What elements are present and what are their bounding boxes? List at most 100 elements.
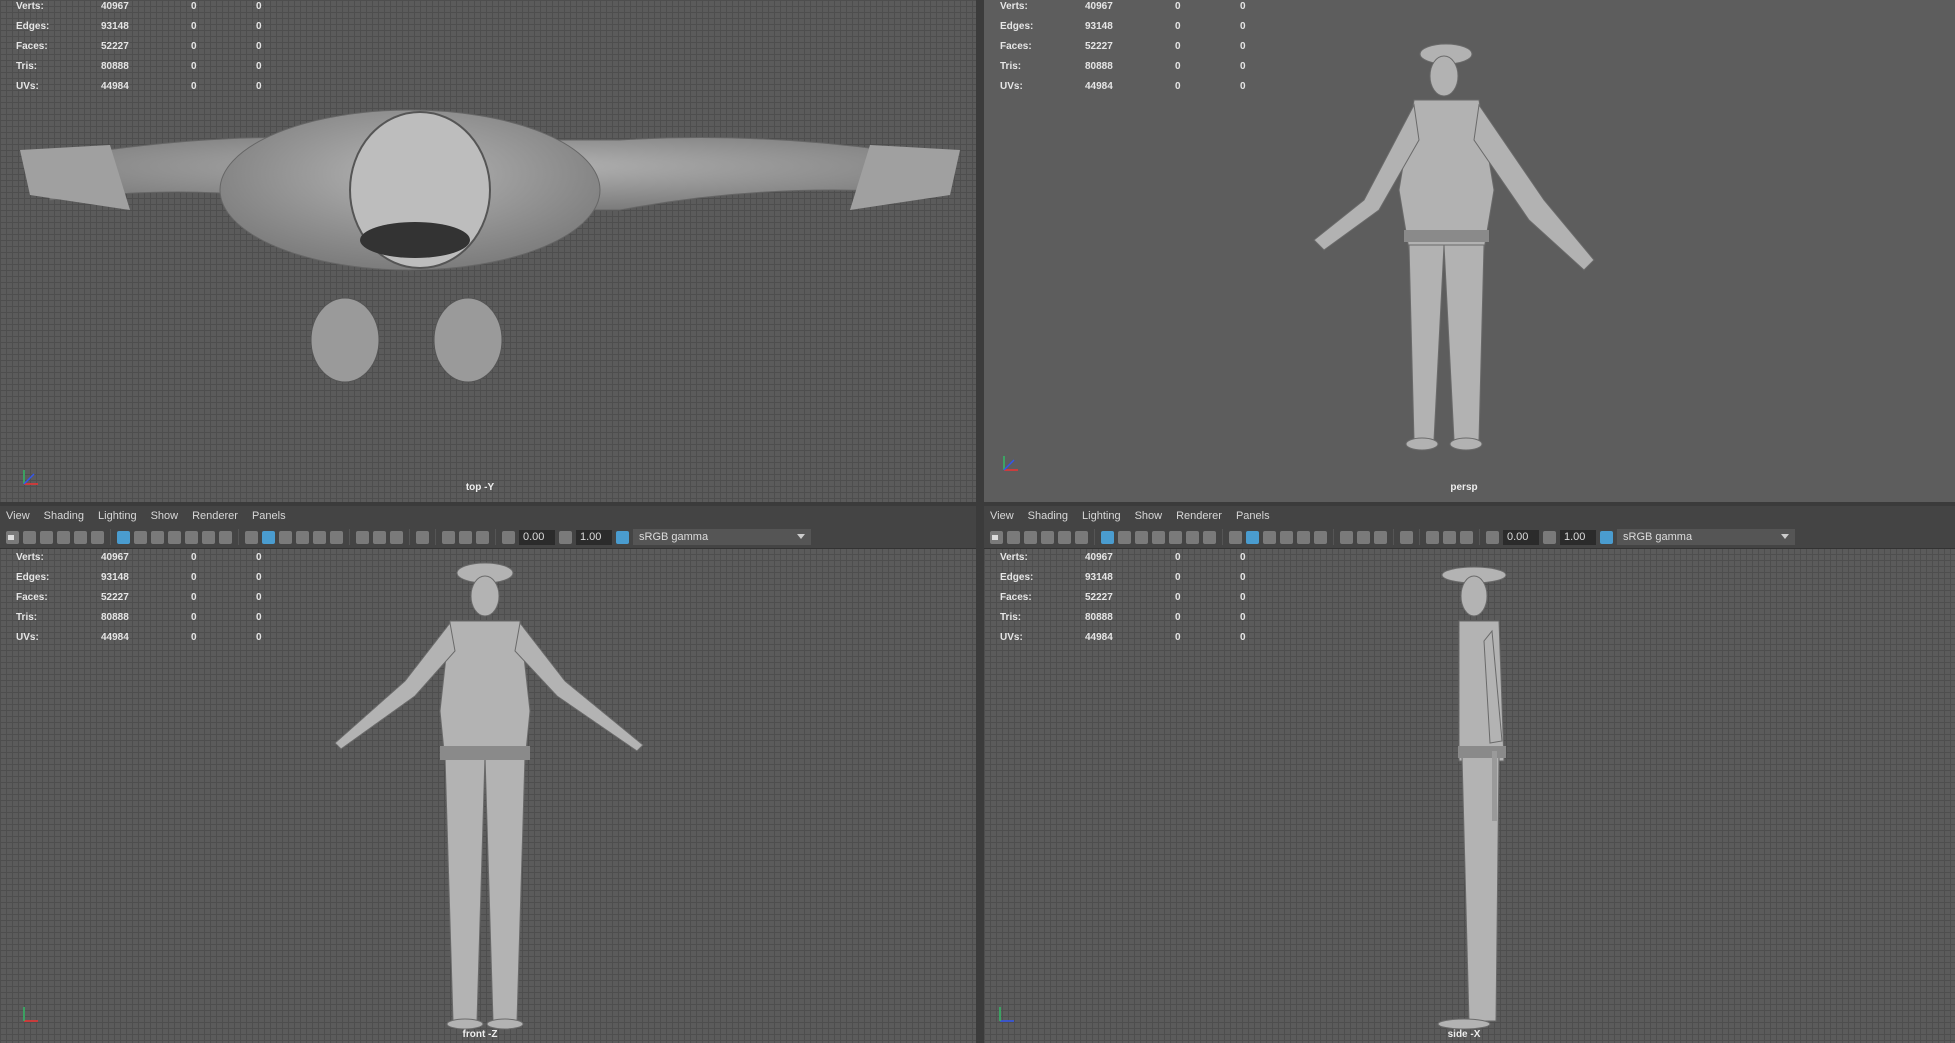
safe-title-icon[interactable] bbox=[1203, 530, 1216, 544]
verts-zero-2: 0 bbox=[256, 1, 262, 12]
wireframe-on-shaded-icon[interactable] bbox=[1263, 530, 1276, 544]
viewport-divider-vertical[interactable] bbox=[976, 0, 984, 1043]
2d-pan-zoom-icon[interactable] bbox=[1058, 530, 1071, 544]
resolution-gate-icon[interactable] bbox=[151, 530, 164, 544]
poly-count-hud: Verts: 40967 0 0 Edges: 93148 0 0 Faces: 52227 0… bbox=[1000, 548, 1270, 648]
exposure-icon[interactable] bbox=[1486, 530, 1499, 544]
edges-zero-1: 0 bbox=[191, 572, 197, 583]
uvs-zero-1: 0 bbox=[1175, 81, 1181, 92]
xray-joints-icon[interactable] bbox=[373, 530, 386, 544]
viewport-front[interactable]: View Shading Lighting Show Renderer Pane… bbox=[0, 506, 976, 1043]
gate-mask-icon[interactable] bbox=[1152, 530, 1165, 544]
exposure-field[interactable]: 0.00 bbox=[1503, 529, 1539, 545]
front-view-model[interactable] bbox=[325, 561, 655, 1031]
wireframe-icon[interactable] bbox=[245, 530, 258, 544]
isolate-select-icon[interactable] bbox=[1400, 530, 1413, 544]
color-management-icon[interactable] bbox=[1600, 530, 1613, 544]
top-view-model[interactable] bbox=[20, 100, 960, 390]
menu-lighting[interactable]: Lighting bbox=[1082, 510, 1121, 522]
viewport-top[interactable]: Verts: 40967 0 0 Edges: 93148 0 0 Faces: 52227 0… bbox=[0, 0, 976, 502]
film-gate-icon[interactable] bbox=[134, 530, 147, 544]
viewport-label-persp: persp bbox=[1450, 482, 1478, 493]
xray-icon[interactable] bbox=[356, 530, 369, 544]
gamma-field[interactable]: 1.00 bbox=[576, 529, 612, 545]
camera-attributes-icon[interactable] bbox=[23, 530, 36, 544]
hud-icon[interactable] bbox=[442, 530, 455, 544]
exposure-field[interactable]: 0.00 bbox=[519, 529, 555, 545]
image-plane-icon[interactable] bbox=[1041, 530, 1054, 544]
uvs-zero-1: 0 bbox=[1175, 632, 1181, 643]
grid-toggle-icon[interactable] bbox=[117, 530, 130, 544]
faces-label: Faces: bbox=[16, 41, 48, 52]
grease-pencil-icon[interactable] bbox=[91, 530, 104, 544]
menu-panels[interactable]: Panels bbox=[252, 510, 286, 522]
use-all-lights-icon[interactable] bbox=[1297, 530, 1310, 544]
xray-icon[interactable] bbox=[1340, 530, 1353, 544]
safe-action-icon[interactable] bbox=[202, 530, 215, 544]
layout-icon[interactable] bbox=[459, 530, 472, 544]
separator bbox=[1393, 529, 1394, 545]
safe-action-icon[interactable] bbox=[1186, 530, 1199, 544]
menu-shading[interactable]: Shading bbox=[1028, 510, 1068, 522]
use-all-lights-icon[interactable] bbox=[313, 530, 326, 544]
2d-pan-zoom-icon[interactable] bbox=[74, 530, 87, 544]
xray-joints-icon[interactable] bbox=[1357, 530, 1370, 544]
textured-icon[interactable] bbox=[1280, 530, 1293, 544]
bookmark-icon[interactable] bbox=[40, 530, 53, 544]
viewport-side[interactable]: View Shading Lighting Show Renderer Pane… bbox=[984, 506, 1955, 1043]
gamma-adjust-icon[interactable] bbox=[559, 530, 572, 544]
select-camera-icon[interactable] bbox=[990, 530, 1003, 544]
viewport-persp[interactable]: Verts: 40967 0 0 Edges: 93148 0 0 Faces: 52227 0… bbox=[984, 0, 1955, 502]
tris-value: 80888 bbox=[101, 61, 129, 72]
view-transform-dropdown[interactable]: sRGB gamma bbox=[1617, 529, 1795, 545]
menu-view[interactable]: View bbox=[6, 510, 30, 522]
exposure-icon[interactable] bbox=[502, 530, 515, 544]
menu-show[interactable]: Show bbox=[151, 510, 179, 522]
gamma-adjust-icon[interactable] bbox=[1543, 530, 1556, 544]
smooth-shade-icon[interactable] bbox=[1246, 530, 1259, 544]
faces-zero-2: 0 bbox=[1240, 592, 1246, 603]
grease-pencil-icon[interactable] bbox=[1075, 530, 1088, 544]
select-camera-icon[interactable] bbox=[6, 530, 19, 544]
ambient-occlusion-icon[interactable] bbox=[390, 530, 403, 544]
bookmark-icon[interactable] bbox=[1024, 530, 1037, 544]
menu-renderer[interactable]: Renderer bbox=[1176, 510, 1222, 522]
verts-value: 40967 bbox=[101, 1, 129, 12]
menu-show[interactable]: Show bbox=[1135, 510, 1163, 522]
wireframe-icon[interactable] bbox=[1229, 530, 1242, 544]
gamma-icon[interactable] bbox=[1460, 530, 1473, 544]
gamma-icon[interactable] bbox=[476, 530, 489, 544]
layout-icon[interactable] bbox=[1443, 530, 1456, 544]
gamma-field[interactable]: 1.00 bbox=[1560, 529, 1596, 545]
menu-panels[interactable]: Panels bbox=[1236, 510, 1270, 522]
resolution-gate-icon[interactable] bbox=[1135, 530, 1148, 544]
textured-icon[interactable] bbox=[296, 530, 309, 544]
menu-view[interactable]: View bbox=[990, 510, 1014, 522]
grid-toggle-icon[interactable] bbox=[1101, 530, 1114, 544]
field-chart-icon[interactable] bbox=[185, 530, 198, 544]
wireframe-on-shaded-icon[interactable] bbox=[279, 530, 292, 544]
viewport-divider-horizontal[interactable] bbox=[0, 502, 1955, 506]
shadows-icon[interactable] bbox=[1314, 530, 1327, 544]
ambient-occlusion-icon[interactable] bbox=[1374, 530, 1387, 544]
hud-icon[interactable] bbox=[1426, 530, 1439, 544]
menu-lighting[interactable]: Lighting bbox=[98, 510, 137, 522]
gate-mask-icon[interactable] bbox=[168, 530, 181, 544]
uvs-value: 44984 bbox=[101, 632, 129, 643]
side-view-model[interactable] bbox=[1424, 561, 1534, 1031]
menu-renderer[interactable]: Renderer bbox=[192, 510, 238, 522]
safe-title-icon[interactable] bbox=[219, 530, 232, 544]
camera-attributes-icon[interactable] bbox=[1007, 530, 1020, 544]
menu-shading[interactable]: Shading bbox=[44, 510, 84, 522]
field-chart-icon[interactable] bbox=[1169, 530, 1182, 544]
shadows-icon[interactable] bbox=[330, 530, 343, 544]
color-management-icon[interactable] bbox=[616, 530, 629, 544]
isolate-select-icon[interactable] bbox=[416, 530, 429, 544]
image-plane-icon[interactable] bbox=[57, 530, 70, 544]
smooth-shade-icon[interactable] bbox=[262, 530, 275, 544]
view-transform-dropdown[interactable]: sRGB gamma bbox=[633, 529, 811, 545]
persp-view-model[interactable] bbox=[1304, 40, 1604, 485]
uvs-label: UVs: bbox=[1000, 81, 1023, 92]
faces-value: 52227 bbox=[101, 592, 129, 603]
film-gate-icon[interactable] bbox=[1118, 530, 1131, 544]
